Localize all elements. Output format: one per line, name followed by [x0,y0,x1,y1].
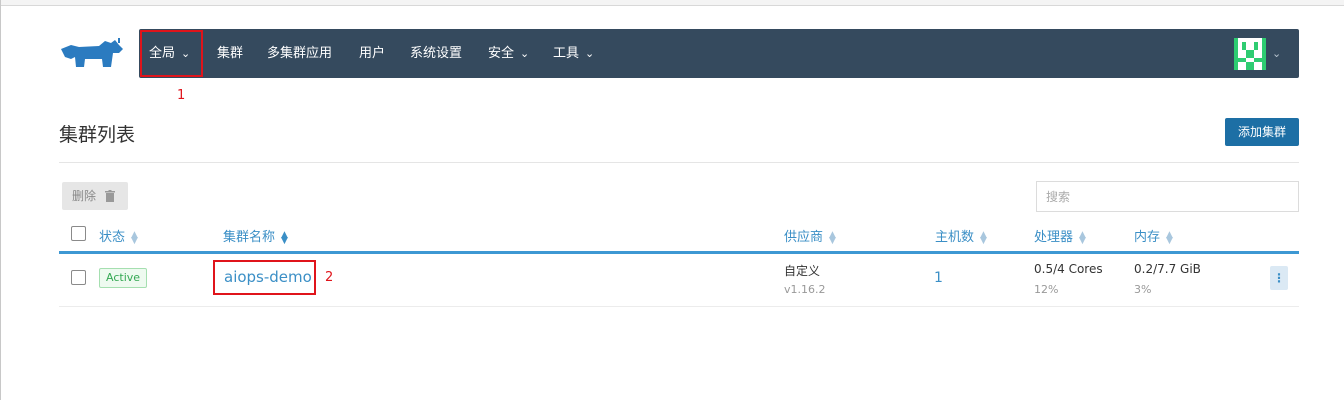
column-header-nodes-label: 主机数 [935,230,975,245]
page-title: 集群列表 [59,124,136,146]
select-all-checkbox[interactable] [71,226,86,241]
nav-item-security-label: 安全 [488,46,515,61]
trash-icon [104,190,115,202]
column-header-state-label: 状态 [99,230,126,245]
node-count-link[interactable]: 1 [934,270,943,286]
cpu-percent: 12% [1034,283,1059,296]
sort-icon: ▲ ▼ [1079,229,1086,246]
nav-item-multi-cluster-apps[interactable]: 多集群应用 [267,29,332,78]
status-badge: Active [99,268,148,288]
memory-value: 0.2/7.7 GiB [1134,262,1201,276]
column-header-state[interactable]: 状态 ▲ ▼ [99,226,138,245]
column-header-memory[interactable]: 内存 ▲ ▼ [1134,226,1173,245]
annotation-marker-2: 2 [325,270,334,285]
row-checkbox[interactable] [71,270,86,285]
provider-value: 自定义 [784,264,821,278]
row-actions-kebab-icon[interactable]: ⋮ [1270,266,1288,290]
sort-icon: ▲ ▼ [980,229,987,246]
provider-version: v1.16.2 [784,283,826,296]
chevron-down-icon: ⌄ [520,47,530,60]
add-cluster-button[interactable]: 添加集群 [1225,118,1299,146]
rancher-logo-icon[interactable] [57,37,127,73]
delete-button-label: 删除 [72,189,97,203]
nav-item-users[interactable]: 用户 [359,29,385,78]
divider [59,162,1299,163]
nav-item-tools[interactable]: 工具 ⌄ [553,29,594,78]
nav-item-settings[interactable]: 系统设置 [410,29,462,78]
chevron-down-icon: ⌄ [585,47,595,60]
nav-item-clusters[interactable]: 集群 [217,29,243,78]
column-header-name-label: 集群名称 [223,230,276,245]
window-top-border [1,0,1344,6]
memory-percent: 3% [1134,283,1152,296]
column-header-provider[interactable]: 供应商 ▲ ▼ [784,226,836,245]
highlight-box-global [140,30,203,77]
sort-icon: ▲ ▼ [829,229,836,246]
annotation-marker-1: 1 [177,88,186,103]
column-header-provider-label: 供应商 [784,230,824,245]
sort-icon: ▲ ▼ [1166,229,1173,246]
top-nav: 全局 ⌄ 集群 多集群应用 用户 系统设置 安全 ⌄ 工具 ⌄ ⌄ [139,29,1299,78]
column-header-cpu[interactable]: 处理器 ▲ ▼ [1034,226,1086,245]
highlight-box-cluster [213,260,316,295]
column-header-nodes[interactable]: 主机数 ▲ ▼ [935,226,987,245]
search-input[interactable] [1036,181,1299,212]
user-avatar[interactable] [1234,38,1266,70]
delete-button[interactable]: 删除 [62,182,128,210]
column-header-name[interactable]: 集群名称 ▲ ▼ [223,226,288,245]
nav-item-security[interactable]: 安全 ⌄ [488,29,529,78]
sort-icon: ▲ ▼ [131,229,138,246]
sort-icon: ▲ ▼ [281,229,288,246]
nav-item-tools-label: 工具 [553,46,580,61]
column-header-memory-label: 内存 [1134,230,1161,245]
chevron-down-icon[interactable]: ⌄ [1272,29,1281,78]
column-header-cpu-label: 处理器 [1034,230,1074,245]
cpu-value: 0.5/4 Cores [1034,262,1103,276]
row-divider [59,306,1299,307]
table-header-underline [59,251,1299,254]
